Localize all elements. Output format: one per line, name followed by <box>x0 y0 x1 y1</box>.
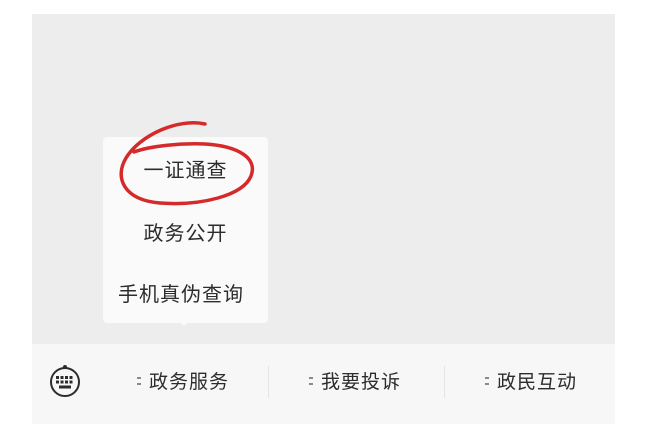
submenu-item-yizhengtongcha[interactable]: 一证通查 <box>103 156 268 184</box>
popup-pointer-arrow <box>177 319 191 326</box>
submenu-item-shoujizhenweichaxun[interactable]: 手机真伪查询 <box>118 280 268 308</box>
menu-lines-icon <box>137 375 141 387</box>
menu-button-woyaotousu[interactable]: 我要投诉 <box>309 368 401 396</box>
menu-lines-icon <box>485 375 489 387</box>
submenu-item-zhengwugongkai[interactable]: 政务公开 <box>103 219 268 247</box>
submenu-popup: 一证通查 政务公开 手机真伪查询 <box>103 137 268 323</box>
menu-divider <box>268 366 269 398</box>
menu-divider <box>444 366 445 398</box>
menu-button-label: 政务服务 <box>149 371 230 393</box>
menu-lines-icon <box>309 375 313 387</box>
keyboard-icon <box>50 365 80 397</box>
menu-button-zhengminhudong[interactable]: 政民互动 <box>485 368 577 396</box>
menu-button-label: 我要投诉 <box>321 371 402 393</box>
screenshot-frame: 一证通查 政务公开 手机真伪查询 政务服务 我要投诉 政民互动 <box>0 0 648 440</box>
menu-button-zhengwufuwu[interactable]: 政务服务 <box>137 368 229 396</box>
menu-button-label: 政民互动 <box>497 371 578 393</box>
keyboard-toggle-button[interactable] <box>47 364 83 400</box>
